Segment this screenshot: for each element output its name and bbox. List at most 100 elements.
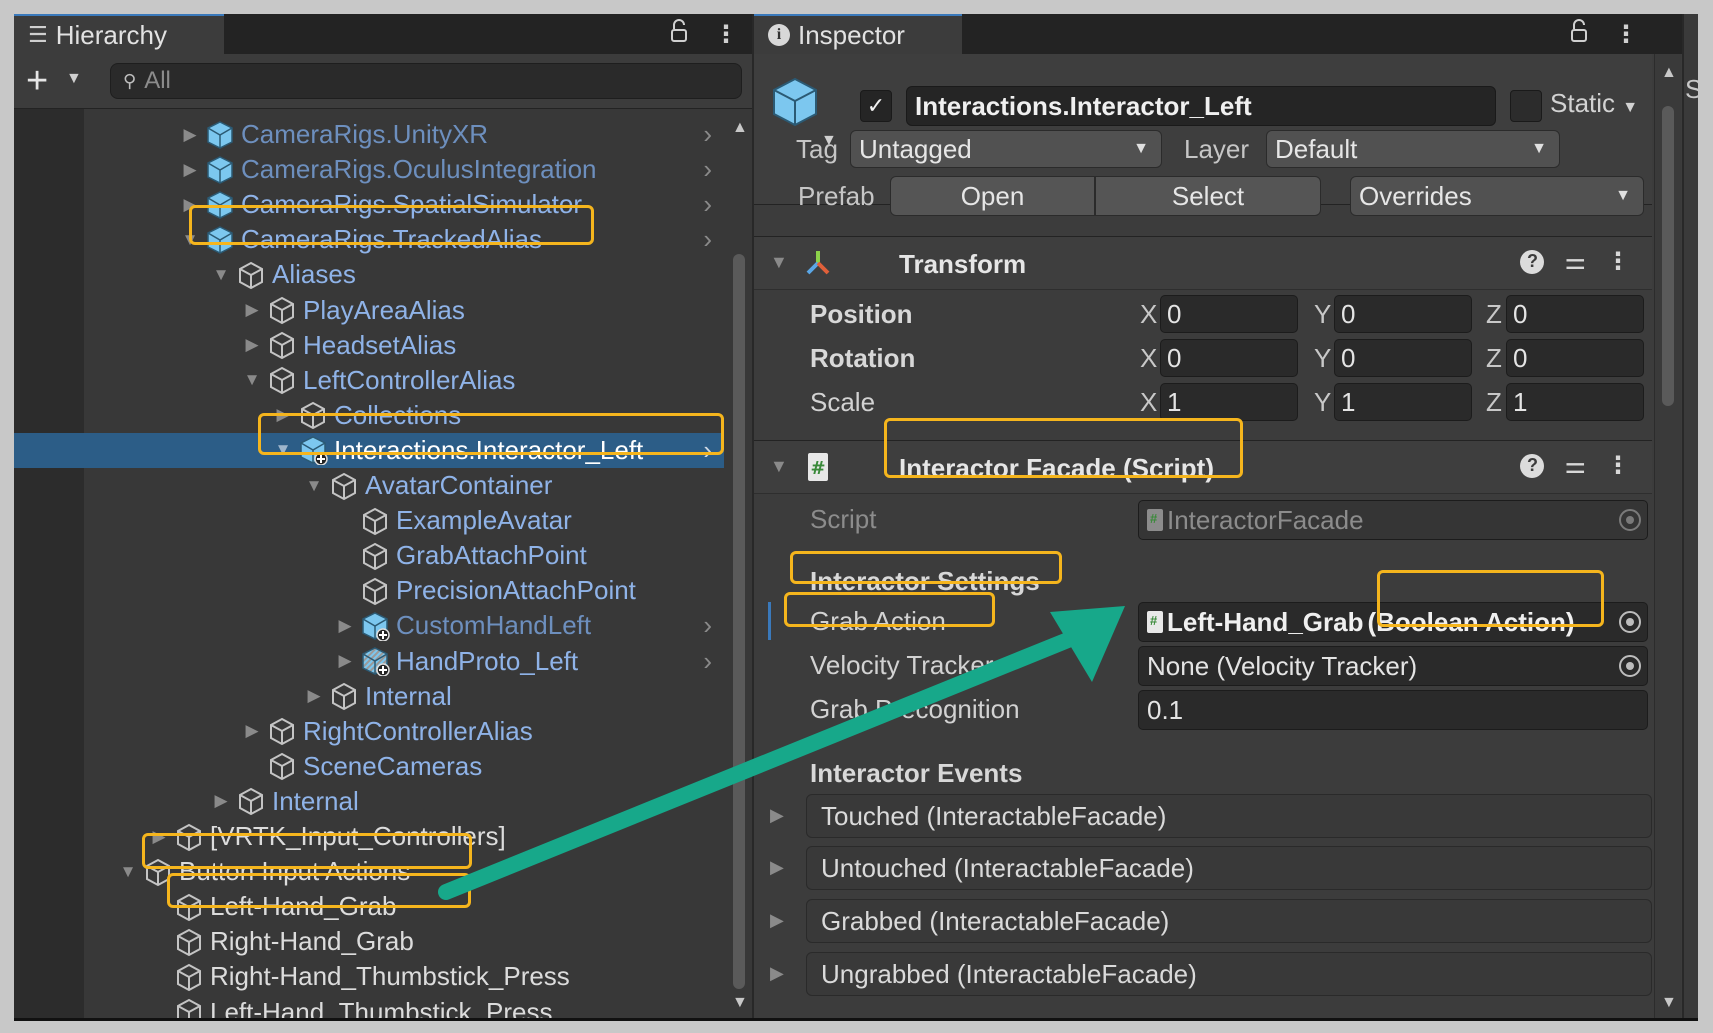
hierarchy-row[interactable]: SceneCameras [14,749,724,784]
fold-collapsed-icon[interactable]: ▶ [336,616,354,636]
fold-expanded-icon[interactable]: ▼ [305,476,323,496]
open-prefab-chevron-icon[interactable]: › [703,646,712,677]
hierarchy-row[interactable]: ▶ HeadsetAlias [14,328,724,363]
hierarchy-row[interactable]: ▶ CameraRigs.UnityXR › [14,117,724,152]
more-options-icon[interactable]: ⋮ [1606,451,1630,480]
layer-dropdown[interactable]: Default ▼ [1266,130,1560,168]
open-prefab-chevron-icon[interactable]: › [703,119,712,150]
fold-collapsed-icon[interactable]: ▶ [243,335,261,355]
tab-hierarchy[interactable]: ☰ Hierarchy [14,14,224,54]
interactor-facade-component-header[interactable]: ▼ # Interactor Facade (Script) ? ⚌ ⋮ [754,440,1652,494]
fold-expanded-icon[interactable]: ▼ [770,456,788,477]
tab-inspector[interactable]: i Inspector [754,14,962,54]
event-foldout[interactable]: Touched (InteractableFacade) [806,794,1652,838]
more-options-icon[interactable]: ⋮ [1606,247,1630,276]
fold-collapsed-icon[interactable]: ▶ [181,125,199,145]
add-object-button[interactable]: + [26,62,48,100]
hierarchy-row[interactable]: ▶ Collections [14,398,724,433]
active-checkbox[interactable]: ✓ [860,90,892,122]
transform-rotation-z-input[interactable]: 0 [1506,339,1644,377]
hierarchy-row[interactable]: GrabAttachPoint [14,538,724,573]
fold-collapsed-icon[interactable]: ▶ [770,910,784,931]
static-checkbox[interactable] [1510,90,1542,122]
hierarchy-row[interactable]: ▶ CameraRigs.SpatialSimulator › [14,187,724,222]
transform-rotation-y-input[interactable]: 0 [1334,339,1472,377]
velocity-tracker-field[interactable]: None (Velocity Tracker) [1138,646,1648,686]
hierarchy-row[interactable]: ▶ CustomHandLeft › [14,608,724,643]
fold-collapsed-icon[interactable]: ▶ [243,721,261,741]
grab-action-field[interactable]: Left-Hand_Grab (Boolean Action) [1138,602,1648,642]
hierarchy-row[interactable]: ▼ Button Input Actions [14,854,724,889]
transform-position-y-input[interactable]: 0 [1334,295,1472,333]
fold-collapsed-icon[interactable]: ▶ [181,160,199,180]
transform-scale-x-input[interactable]: 1 [1160,383,1298,421]
transform-scale-y-input[interactable]: 1 [1334,383,1472,421]
help-icon[interactable]: ? [1520,453,1545,478]
object-name-input[interactable]: Interactions.Interactor_Left [906,86,1496,126]
prefab-overrides-dropdown[interactable]: Overrides ▼ [1350,176,1644,216]
hierarchy-row[interactable]: ▶ RightControllerAlias [14,714,724,749]
hierarchy-row[interactable]: ▶ PlayAreaAlias [14,293,724,328]
inspector-scrollbar[interactable]: ▲ ▼ [1654,54,1681,1018]
hierarchy-row[interactable]: Right-Hand_Thumbstick_Press [14,959,724,994]
open-prefab-chevron-icon[interactable]: › [703,224,712,255]
hierarchy-row[interactable]: ExampleAvatar [14,503,724,538]
hierarchy-row[interactable]: Right-Hand_Grab [14,924,724,959]
event-foldout[interactable]: Untouched (InteractableFacade) [806,846,1652,890]
hierarchy-row[interactable]: ▶ CameraRigs.OculusIntegration › [14,152,724,187]
scroll-down-icon[interactable]: ▼ [732,994,748,1012]
lock-icon[interactable] [1570,18,1588,50]
hierarchy-row[interactable]: Left-Hand_Thumbstick_Press [14,995,724,1018]
fold-collapsed-icon[interactable]: ▶ [150,827,168,847]
scroll-up-icon[interactable]: ▲ [732,119,748,137]
chevron-down-icon[interactable]: ▼ [66,70,82,88]
transform-scale-z-input[interactable]: 1 [1506,383,1644,421]
fold-expanded-icon[interactable]: ▼ [274,440,292,460]
fold-expanded-icon[interactable]: ▼ [212,265,230,285]
presets-icon[interactable]: ⚌ [1564,247,1586,276]
open-prefab-chevron-icon[interactable]: › [703,154,712,185]
transform-component-header[interactable]: ▼ Transform ? ⚌ ⋮ [754,236,1652,290]
hierarchy-row[interactable]: ▶ [VRTK_Input_Controllers] [14,819,724,854]
fold-collapsed-icon[interactable]: ▶ [274,405,292,425]
transform-position-x-input[interactable]: 0 [1160,295,1298,333]
scroll-down-icon[interactable]: ▼ [1661,994,1677,1012]
fold-collapsed-icon[interactable]: ▶ [770,805,784,826]
fold-expanded-icon[interactable]: ▼ [119,862,137,882]
scrollbar-thumb[interactable] [1662,106,1674,406]
help-icon[interactable]: ? [1520,249,1545,274]
hierarchy-row[interactable]: ▶ Internal [14,679,724,714]
tag-dropdown[interactable]: Untagged ▼ [850,130,1162,168]
grab-precognition-input[interactable]: 0.1 [1138,690,1648,730]
transform-rotation-x-input[interactable]: 0 [1160,339,1298,377]
fold-expanded-icon[interactable]: ▼ [181,230,199,250]
prefab-open-button[interactable]: Open [890,176,1095,216]
fold-collapsed-icon[interactable]: ▶ [770,857,784,878]
open-prefab-chevron-icon[interactable]: › [703,189,712,220]
transform-position-z-input[interactable]: 0 [1506,295,1644,333]
fold-collapsed-icon[interactable]: ▶ [770,963,784,984]
hierarchy-row[interactable]: ▼ AvatarContainer [14,468,724,503]
scroll-up-icon[interactable]: ▲ [1661,64,1677,82]
hierarchy-row[interactable]: ▼ LeftControllerAlias [14,363,724,398]
fold-collapsed-icon[interactable]: ▶ [181,195,199,215]
more-options-icon[interactable]: ⋮ [714,20,738,49]
event-foldout[interactable]: Ungrabbed (InteractableFacade) [806,952,1652,996]
hierarchy-row[interactable]: ▶ Internal [14,784,724,819]
hierarchy-row[interactable]: ▶ HandProto_Left › [14,644,724,679]
object-picker-icon[interactable] [1619,611,1641,633]
fold-collapsed-icon[interactable]: ▶ [305,686,323,706]
hierarchy-row[interactable]: Left-Hand_Grab [14,889,724,924]
hierarchy-row[interactable]: ▼ Interactions.Interactor_Left › [14,432,724,468]
hierarchy-row[interactable]: PrecisionAttachPoint [14,573,724,608]
scrollbar-thumb[interactable] [733,254,745,989]
hierarchy-search-input[interactable]: ⚲ All [110,63,742,99]
fold-collapsed-icon[interactable]: ▶ [212,791,230,811]
fold-expanded-icon[interactable]: ▼ [243,370,261,390]
open-prefab-chevron-icon[interactable]: › [703,610,712,641]
presets-icon[interactable]: ⚌ [1564,451,1586,480]
hierarchy-scrollbar[interactable]: ▲ ▼ [726,109,752,1018]
prefab-select-button[interactable]: Select [1095,176,1321,216]
fold-collapsed-icon[interactable]: ▶ [336,651,354,671]
hierarchy-row[interactable]: ▼ Aliases [14,257,724,292]
